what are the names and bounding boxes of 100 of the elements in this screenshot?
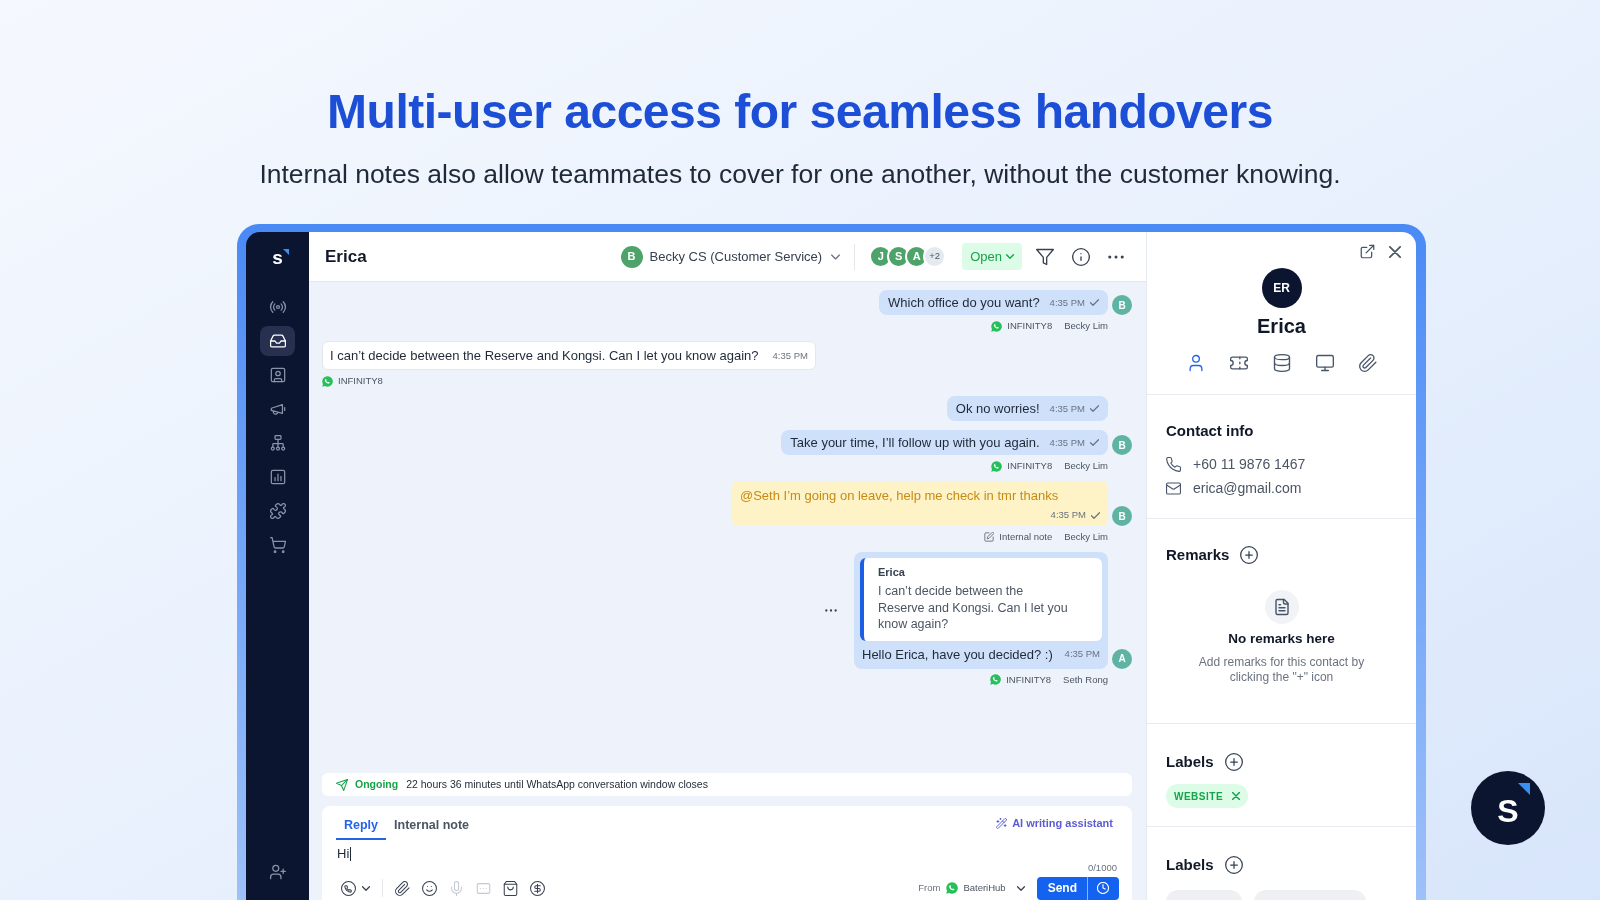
message-time: 4:35 PM — [772, 349, 808, 362]
channel-select[interactable]: BateriHub — [946, 880, 1025, 896]
magic-wand-icon — [996, 817, 1008, 829]
message-text: @Seth I’m going on leave, help me check in tmr thanks — [740, 488, 1060, 503]
more-icon[interactable] — [1108, 254, 1124, 259]
avatar: ER — [1261, 268, 1302, 308]
whatsapp-icon — [990, 674, 1002, 685]
bar-chart-icon — [269, 469, 286, 485]
phone-number: +60 11 9876 1467 — [1193, 456, 1306, 472]
puzzle-icon — [269, 503, 286, 519]
close-icon[interactable] — [1389, 245, 1401, 258]
subheadline: Internal notes also allow teammates to cover for one another, without the customer knowing. — [258, 159, 1342, 189]
status-label: Ongoing — [355, 776, 399, 792]
contact-name: Erica — [325, 245, 367, 268]
agent-name: Becky Lim — [1064, 460, 1108, 472]
message-text: Take your time, I’ll follow up with you again. — [790, 435, 1040, 450]
text-cursor — [350, 846, 352, 861]
message-input[interactable]: Hi — [336, 845, 1119, 862]
bag-icon[interactable] — [503, 880, 518, 896]
dollar-icon[interactable] — [530, 880, 545, 896]
contact-card-icon — [269, 367, 286, 383]
agent-name: Seth Rong — [1063, 673, 1108, 686]
message-time: 4:35 PM — [1049, 296, 1085, 309]
ai-assistant-button[interactable]: AI writing assistant — [996, 815, 1113, 832]
message-text: I can’t decide between the Reserve and Kongsi. Can I let you know again? — [330, 348, 759, 363]
cart-icon — [269, 537, 286, 553]
chevron-down-icon — [362, 885, 370, 891]
channel-name: INFINITY8 — [1007, 320, 1053, 332]
note-label: Internal note — [999, 531, 1053, 543]
add-user-icon — [269, 864, 286, 880]
whatsapp-icon — [322, 375, 333, 387]
chevron-down-icon — [831, 253, 841, 260]
contact-name: Erica — [1257, 314, 1306, 338]
channel-name: INFINITY8 — [338, 375, 383, 387]
from-label: From — [918, 880, 941, 895]
antenna-icon — [269, 299, 286, 315]
send-button[interactable]: Send — [1036, 876, 1087, 900]
character-count: 0/1000 — [1087, 861, 1117, 873]
whatsapp-icon — [991, 460, 1003, 472]
inbox-icon — [269, 333, 286, 349]
headline: Multi-user access for seamless handovers — [326, 84, 1274, 140]
section-title: Labels — [1166, 753, 1214, 771]
plus-circle-icon[interactable] — [1224, 753, 1243, 771]
avatar: A — [1112, 648, 1132, 669]
hierarchy-icon — [269, 435, 286, 451]
agent-name: Becky Lim — [1064, 531, 1108, 543]
chevron-down-icon — [1016, 885, 1025, 891]
logo: s — [272, 247, 283, 269]
triangle-icon — [282, 249, 289, 255]
email-address: erica@gmail.com — [1193, 480, 1302, 496]
composer-tab[interactable]: Reply — [336, 817, 387, 840]
message-time: 4:35 PM — [1050, 509, 1086, 521]
plus-circle-icon[interactable] — [1240, 546, 1259, 564]
message-text: Hello Erica, have you decided? :) — [862, 646, 1053, 662]
message-time: 4:35 PM — [1049, 402, 1085, 415]
label-text: WEBSITE — [1174, 789, 1224, 804]
whatsapp-icon — [991, 320, 1003, 332]
avatar: B — [620, 245, 643, 268]
info-icon[interactable] — [1072, 247, 1090, 266]
quote-author: Erica — [878, 565, 906, 579]
clock-icon — [1097, 882, 1109, 894]
status-text: 22 hours 36 minutes until WhatsApp conversation window closes — [406, 776, 708, 792]
assignee-select[interactable]: B Becky CS (Customer Service) — [620, 245, 841, 268]
megaphone-icon — [269, 401, 286, 417]
plus-circle-icon[interactable] — [1224, 856, 1243, 874]
phone-icon[interactable] — [341, 880, 356, 896]
send-icon — [336, 778, 348, 791]
note-icon — [984, 532, 995, 542]
document-icon — [1264, 590, 1299, 624]
mail-icon — [1166, 480, 1181, 496]
message-time: 4:35 PM — [1049, 436, 1085, 449]
agent-name: Becky Lim — [1064, 320, 1108, 332]
smiley-icon[interactable] — [422, 880, 437, 896]
composer-tab[interactable]: Internal note — [386, 817, 478, 840]
more-count: +2 — [923, 245, 947, 268]
external-link-icon[interactable] — [1360, 244, 1375, 259]
paperclip-icon[interactable] — [395, 880, 410, 896]
paperclip-icon[interactable] — [1358, 354, 1377, 372]
nav-item[interactable] — [260, 326, 295, 356]
empty-state-title: No remarks here — [1228, 631, 1335, 647]
section-title: Labels — [1166, 856, 1214, 874]
message-text: Which office do you want? — [888, 295, 1040, 310]
ticket-icon[interactable] — [1229, 354, 1248, 372]
chevron-down-icon — [1006, 254, 1014, 259]
section-title: Remarks — [1166, 546, 1230, 564]
avatar: B — [1112, 295, 1132, 315]
message-text: Ok no worries! — [955, 401, 1040, 416]
section-title: Contact info — [1166, 422, 1255, 440]
channel-name: INFINITY8 — [1007, 460, 1053, 472]
schedule-button[interactable] — [1087, 876, 1119, 900]
avatar: B — [1112, 506, 1132, 526]
filter-icon[interactable] — [1036, 247, 1054, 266]
quote-text: I can’t decide between the Reserve and Kongsi. Can I let you know again? — [878, 583, 1069, 633]
whatsapp-icon — [946, 882, 959, 894]
database-icon[interactable] — [1272, 354, 1291, 372]
monitor-icon[interactable] — [1315, 354, 1334, 372]
avatar: B — [1112, 435, 1132, 455]
empty-state-text: Add remarks for this contact by clicking the "+" icon — [1197, 655, 1366, 685]
more-icon[interactable] — [825, 608, 837, 612]
channel-name: INFINITY8 — [1006, 673, 1052, 686]
